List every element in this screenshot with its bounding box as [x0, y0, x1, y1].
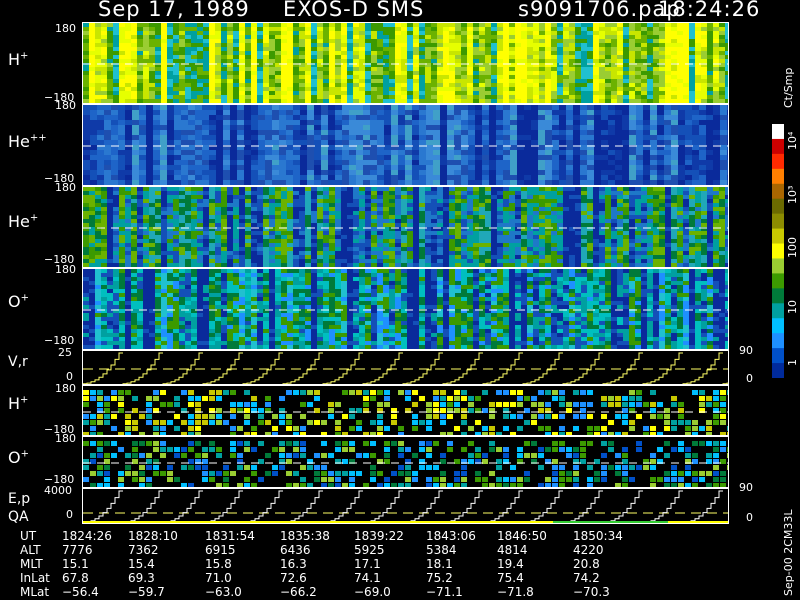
- table-cell: 7776: [62, 543, 93, 557]
- table-cell: 1846:50: [497, 529, 547, 543]
- tick-right-top: 90: [739, 481, 753, 494]
- colorbar-label: 1: [786, 359, 799, 366]
- table-cell: 19.4: [497, 557, 524, 571]
- panel-o-plus-pitch: [82, 436, 729, 488]
- tick-top: 4000: [44, 484, 72, 497]
- table-cell: 69.3: [128, 571, 155, 585]
- plot-date: Sep 17, 1989: [98, 0, 250, 21]
- panel-energy: [82, 488, 729, 524]
- label-h-plus-pitch: H+: [8, 394, 29, 413]
- table-cell: −63.0: [205, 585, 242, 599]
- table-cell: 1828:10: [128, 529, 178, 543]
- table-cell: −71.1: [426, 585, 463, 599]
- label-o-plus-pitch: O+: [8, 448, 29, 467]
- table-cell: 67.8: [62, 571, 89, 585]
- table-cell: 17.1: [354, 557, 381, 571]
- table-cell: 1824:26: [62, 529, 112, 543]
- label-he-plusplus: He++: [8, 132, 47, 151]
- row-label: InLat: [20, 571, 50, 585]
- table-cell: 15.8: [205, 557, 232, 571]
- panel-h-plus: [82, 22, 729, 104]
- tick-right-top: 90: [739, 344, 753, 357]
- table-cell: 5925: [354, 543, 385, 557]
- tick-bottom: 0: [66, 508, 73, 521]
- label-velocity: V,r: [8, 354, 28, 370]
- label-he-plus: He+: [8, 212, 39, 231]
- table-cell: 75.2: [426, 571, 453, 585]
- tick-top: 180: [55, 181, 76, 194]
- table-cell: −66.2: [280, 585, 317, 599]
- tick-right-bottom: 0: [746, 372, 753, 385]
- table-cell: 7362: [128, 543, 159, 557]
- colorbar-unit: Ct/Smp: [782, 67, 795, 108]
- file-name: s9091706.pap: [518, 0, 681, 21]
- table-cell: 1843:06: [426, 529, 476, 543]
- version-tag: Sep-00 2CM33L: [782, 509, 795, 597]
- table-cell: 15.1: [62, 557, 89, 571]
- table-cell: 74.1: [354, 571, 381, 585]
- panel-he-plusplus: [82, 104, 729, 186]
- tick-top: 180: [55, 99, 76, 112]
- table-cell: 6915: [205, 543, 236, 557]
- panel-velocity: [82, 350, 729, 385]
- panel-o-plus: [82, 268, 729, 350]
- row-label: ALT: [20, 543, 41, 557]
- table-cell: 20.8: [573, 557, 600, 571]
- colorbar: [772, 124, 784, 378]
- plot-time: 18:24:26: [658, 0, 761, 21]
- tick-top: 180: [55, 22, 76, 35]
- table-cell: 1831:54: [205, 529, 255, 543]
- label-h-plus: H+: [8, 50, 29, 69]
- tick-top: 180: [55, 263, 76, 276]
- table-cell: −56.4: [62, 585, 99, 599]
- tick-top: 25: [58, 346, 72, 359]
- table-cell: 4220: [573, 543, 604, 557]
- table-cell: 74.2: [573, 571, 600, 585]
- table-cell: 1839:22: [354, 529, 404, 543]
- table-cell: 1850:34: [573, 529, 623, 543]
- table-cell: −59.7: [128, 585, 165, 599]
- row-label: MLat: [20, 585, 50, 599]
- table-cell: −69.0: [354, 585, 391, 599]
- row-label: MLT: [20, 557, 43, 571]
- table-cell: −70.3: [573, 585, 610, 599]
- table-cell: 71.0: [205, 571, 232, 585]
- tick-top: 180: [55, 432, 76, 445]
- panel-h-plus-pitch: [82, 385, 729, 436]
- table-cell: 1835:38: [280, 529, 330, 543]
- table-cell: 16.3: [280, 557, 307, 571]
- table-cell: 6436: [280, 543, 311, 557]
- row-label: UT: [20, 529, 37, 543]
- tick-right-bottom: 0: [746, 511, 753, 524]
- table-cell: 72.6: [280, 571, 307, 585]
- instrument-name: EXOS-D SMS: [283, 0, 425, 21]
- table-cell: 15.4: [128, 557, 155, 571]
- colorbar-label: 100: [786, 237, 799, 258]
- panel-he-plus: [82, 186, 729, 268]
- colorbar-label: 10³: [786, 185, 799, 204]
- tick-top: 180: [55, 382, 76, 395]
- table-cell: 75.4: [497, 571, 524, 585]
- table-cell: −71.8: [497, 585, 534, 599]
- table-cell: 5384: [426, 543, 457, 557]
- label-energy: E,p: [8, 491, 31, 507]
- table-cell: 18.1: [426, 557, 453, 571]
- label-o-plus: O+: [8, 292, 29, 311]
- label-qa: QA: [8, 509, 29, 525]
- colorbar-label: 10: [786, 300, 799, 314]
- table-cell: 4814: [497, 543, 528, 557]
- colorbar-label: 10⁴: [786, 131, 799, 150]
